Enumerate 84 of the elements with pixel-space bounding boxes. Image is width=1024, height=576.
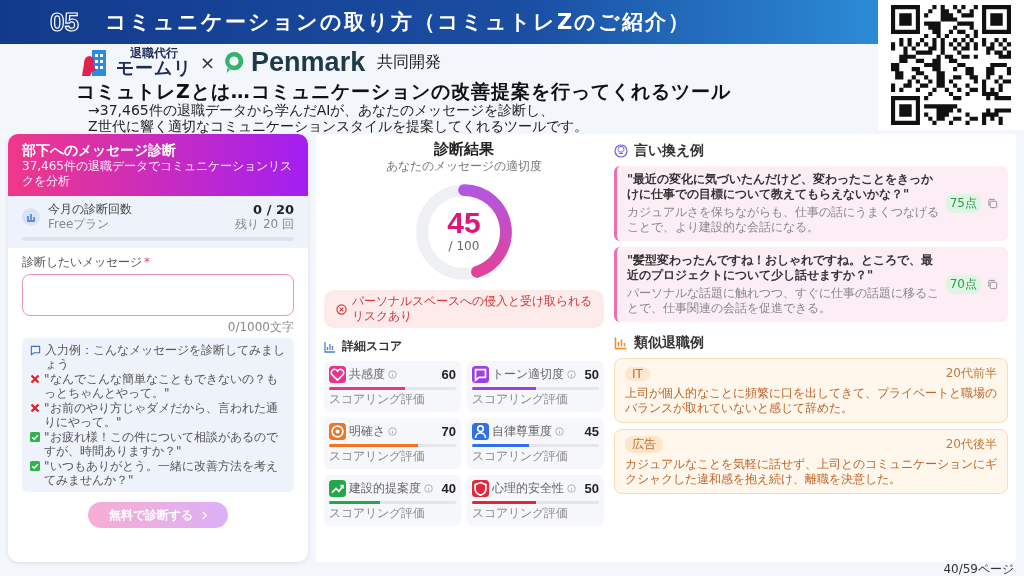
score-caption: スコアリング評価 bbox=[329, 449, 426, 464]
score-value: 45 bbox=[447, 207, 481, 239]
error-icon bbox=[336, 303, 347, 315]
bar-chart-icon bbox=[324, 340, 336, 353]
info-icon bbox=[388, 370, 397, 379]
quote-text: "最近の変化に気づいたんだけど、変わったことをきっかけに仕事での目標について教えてもらえないかな？" bbox=[627, 172, 935, 202]
case-text: 上司が個人的なことに頻繁に口を出してきて、プライベートと職場のバランスが取れていないと感じて辞めた。 bbox=[625, 386, 997, 416]
chevron-icon bbox=[200, 510, 208, 520]
industry-tag: 広告 bbox=[625, 436, 663, 453]
example-text: "お前のやり方じゃダメだから、言われた通りにやって。" bbox=[44, 401, 279, 429]
info-icon bbox=[567, 370, 576, 379]
check-icon bbox=[30, 461, 40, 471]
score-max: / 100 bbox=[448, 239, 480, 254]
example-text: "いつもありがとう。一緒に改善方法を考えてみませんか？" bbox=[44, 459, 279, 487]
form-title: 部下へのメッセージ診断 bbox=[22, 141, 177, 159]
age-text: 20代前半 bbox=[945, 365, 997, 382]
score-number: 50 bbox=[584, 481, 599, 496]
score-badge: 75点 bbox=[945, 194, 981, 213]
quote-text: "髪型変わったんですね！おしゃれですね。ところで、最近のプロジェクトについて少し話せますか？" bbox=[627, 253, 935, 283]
industry-tag: IT bbox=[625, 366, 650, 381]
field-label: 診断したいメッセージ bbox=[22, 255, 142, 269]
score-label: 心理的安全性 bbox=[492, 481, 564, 496]
remaining-count: 残り 20 回 bbox=[235, 217, 294, 232]
usage-label: 今月の診断回数 bbox=[48, 202, 133, 217]
note-text: パーソナルな話題に触れつつ、すぐに仕事の話題に移ることで、仕事関連の会話を促進できる。 bbox=[627, 286, 940, 316]
score-caption: スコアリング評価 bbox=[329, 506, 426, 521]
description-line: →37,465件の退職データから学んだAIが、あなたのメッセージを診断し、 bbox=[88, 102, 556, 118]
score-label: 建設的提案度 bbox=[349, 481, 421, 496]
score-number: 70 bbox=[441, 424, 456, 439]
score-caption: スコアリング評価 bbox=[329, 392, 426, 407]
slide-title: コミュニケーションの取り方（コミュトレZのご紹介） bbox=[104, 9, 692, 36]
score-caption: スコアリング評価 bbox=[472, 449, 569, 464]
score-label: 共感度 bbox=[349, 367, 385, 382]
char-count: 0/1000文字 bbox=[226, 320, 294, 334]
cross-icon bbox=[30, 374, 40, 384]
score-number: 40 bbox=[441, 481, 456, 496]
case-text: カジュアルなことを気軽に話せず、上司とのコミュニケーションにギクシャクした違和感を抱え続け、離職を決意した。 bbox=[625, 457, 997, 487]
cross-icon bbox=[30, 403, 40, 413]
bar-chart-icon bbox=[614, 336, 628, 350]
message-field[interactable] bbox=[22, 274, 294, 316]
brand-name: モームリ bbox=[116, 59, 192, 77]
score-number: 50 bbox=[584, 367, 599, 382]
result-title: 診断結果 bbox=[434, 140, 494, 159]
slide-number: 05 bbox=[50, 6, 79, 38]
section-title: 類似退職例 bbox=[634, 334, 704, 352]
page-number: 40/59ページ bbox=[943, 562, 1014, 576]
usage-count: 0 / 20 bbox=[253, 202, 294, 217]
required-mark: * bbox=[144, 255, 150, 269]
slide-heading: コミュトレZとは…コミュニケーションの改善提案を行ってくれるツール bbox=[76, 80, 732, 102]
example-text: "お疲れ様！この件について相談があるのですが、時間ありますか？" bbox=[44, 430, 279, 458]
score-number: 45 bbox=[584, 424, 599, 439]
example-text: "なんでこんな簡単なこともできないの？もっとちゃんとやって。" bbox=[44, 372, 279, 400]
score-caption: スコアリング評価 bbox=[472, 392, 569, 407]
info-icon bbox=[555, 427, 564, 436]
section-title: 詳細スコア bbox=[342, 338, 402, 355]
copy-icon[interactable] bbox=[987, 279, 998, 290]
score-label: 自律尊重度 bbox=[492, 424, 552, 439]
bar-chart-icon bbox=[22, 208, 40, 226]
collab-label: 共同開発 bbox=[377, 51, 442, 73]
score-caption: スコアリング評価 bbox=[472, 506, 569, 521]
plan-label: Freeプラン bbox=[48, 217, 111, 232]
examples-title: 入力例：こんなメッセージを診断してみましょう bbox=[45, 343, 286, 371]
chat-bubble-icon bbox=[30, 345, 41, 356]
brand-tagline: 退職代行 bbox=[130, 47, 178, 59]
description-line: Z世代に響く適切なコミュニケーションスタイルを提案してくれるツールです。 bbox=[88, 118, 589, 134]
form-subtitle: 37,465件の退職データでコミュニケーションリスクを分析 bbox=[22, 159, 293, 189]
copy-icon[interactable] bbox=[987, 198, 998, 209]
score-badge: 70点 bbox=[945, 275, 981, 294]
score-label: トーン適切度 bbox=[492, 367, 564, 382]
separator: × bbox=[200, 51, 216, 73]
result-subtitle: あなたのメッセージの適切度 bbox=[386, 159, 542, 174]
age-text: 20代後半 bbox=[945, 436, 997, 453]
info-icon bbox=[388, 427, 397, 436]
speech-bubble-icon bbox=[223, 50, 246, 74]
check-icon bbox=[30, 432, 40, 442]
note-text: カジュアルさを保ちながらも、仕事の話にうまくつなげることで、より建設的な会話になる。 bbox=[627, 205, 940, 235]
info-icon bbox=[567, 484, 576, 493]
risk-text: パーソナルスペースへの侵入と受け取られるリスクあり bbox=[352, 294, 592, 324]
brand-name: Penmark bbox=[251, 46, 366, 78]
score-number: 60 bbox=[441, 367, 456, 382]
section-title: 言い換え例 bbox=[634, 142, 704, 160]
score-label: 明確さ bbox=[349, 424, 385, 439]
lightbulb-icon bbox=[614, 144, 628, 158]
info-icon bbox=[424, 484, 433, 493]
